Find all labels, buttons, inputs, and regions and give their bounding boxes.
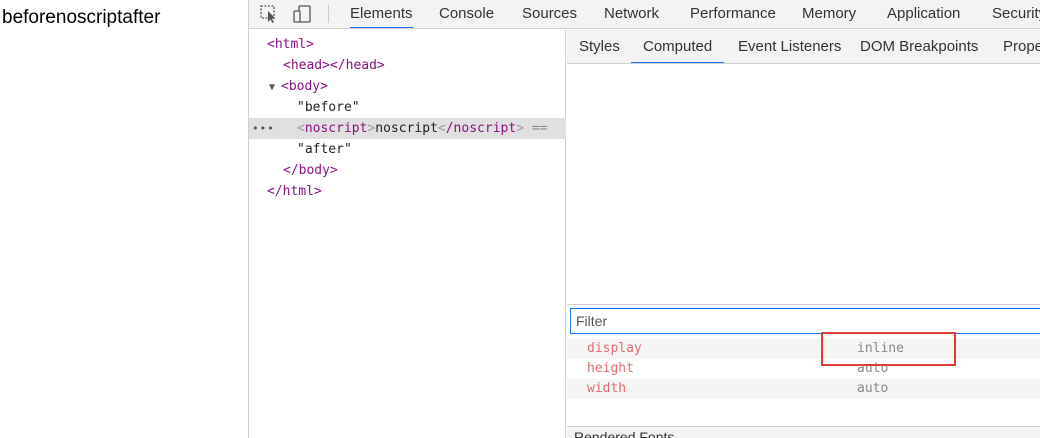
tab-computed[interactable]: Computed: [631, 30, 725, 63]
tab-application[interactable]: Application: [887, 0, 960, 28]
computed-row-width[interactable]: width auto: [567, 379, 1040, 399]
tab-performance[interactable]: Performance: [690, 0, 776, 28]
device-toggle-icon[interactable]: [291, 4, 313, 24]
html-close-tag: </html>: [267, 184, 322, 199]
noscript-open-tag: noscript: [304, 121, 368, 136]
body-close-tag: </body>: [283, 163, 338, 178]
computed-row-display[interactable]: display inline: [567, 339, 1040, 359]
property-name: height: [587, 361, 634, 376]
dom-tree: <html> <head></head> ▼ <body> "before" ••…: [249, 30, 566, 438]
devtools-toolbar: Elements Console Sources Network Perform…: [249, 0, 1040, 29]
page-viewport: beforenoscriptafter: [0, 0, 248, 438]
dom-node-html[interactable]: <html>: [249, 34, 566, 55]
filter-input[interactable]: [570, 308, 1040, 334]
dom-node-noscript[interactable]: ••• <noscript>noscript</noscript> ==: [249, 118, 566, 139]
tab-event-listeners[interactable]: Event Listeners: [738, 30, 841, 63]
page-content-text: beforenoscriptafter: [2, 7, 161, 28]
tab-console[interactable]: Console: [439, 0, 494, 28]
toolbar-separator: [328, 5, 329, 23]
noscript-text: noscript: [375, 121, 438, 136]
dom-node-body[interactable]: ▼ <body>: [249, 76, 566, 97]
tab-elements[interactable]: Elements: [350, 0, 413, 28]
dom-node-html-close[interactable]: </html>: [249, 181, 566, 202]
rendered-fonts-section[interactable]: Rendered Fonts: [567, 426, 1040, 438]
annotation-highlight-box: [821, 332, 956, 366]
dom-node-head[interactable]: <head></head>: [249, 55, 566, 76]
computed-properties: display inline height auto width auto: [567, 339, 1040, 399]
tab-security[interactable]: Security: [992, 0, 1040, 28]
tab-properties[interactable]: Properties: [1003, 30, 1040, 63]
tab-styles[interactable]: Styles: [579, 30, 620, 63]
html-open-tag: <html>: [267, 37, 314, 52]
text-node-after: "after": [297, 142, 352, 157]
dom-node-body-close[interactable]: </body>: [249, 160, 566, 181]
expand-triangle-icon[interactable]: ▼: [269, 77, 281, 98]
more-options-icon[interactable]: •••: [252, 118, 275, 139]
dom-text-after[interactable]: "after": [249, 139, 566, 160]
tab-dom-breakpoints[interactable]: DOM Breakpoints: [860, 30, 978, 63]
tab-memory[interactable]: Memory: [802, 0, 856, 28]
head-tag: <head></head>: [283, 58, 385, 73]
property-value: auto: [857, 381, 889, 396]
computed-sidebar: Styles Computed Event Listeners DOM Brea…: [567, 30, 1040, 438]
sidebar-tabs: Styles Computed Event Listeners DOM Brea…: [567, 30, 1040, 64]
text-node-before: "before": [297, 100, 360, 115]
noscript-close-tag: /noscript: [445, 121, 517, 136]
console-ref-marker: ==: [531, 121, 548, 136]
rendered-fonts-label: Rendered Fonts: [574, 429, 675, 438]
inspect-cursor-icon[interactable]: [259, 4, 281, 24]
body-open-tag: <body>: [281, 79, 328, 94]
tab-sources[interactable]: Sources: [522, 0, 577, 28]
dom-text-before[interactable]: "before": [249, 97, 566, 118]
computed-row-height[interactable]: height auto: [567, 359, 1040, 379]
property-name: width: [587, 381, 627, 396]
devtools-panel: Elements Console Sources Network Perform…: [248, 0, 1040, 438]
filter-container: [567, 304, 1040, 336]
tab-network[interactable]: Network: [604, 0, 659, 28]
property-name: display: [587, 341, 642, 356]
